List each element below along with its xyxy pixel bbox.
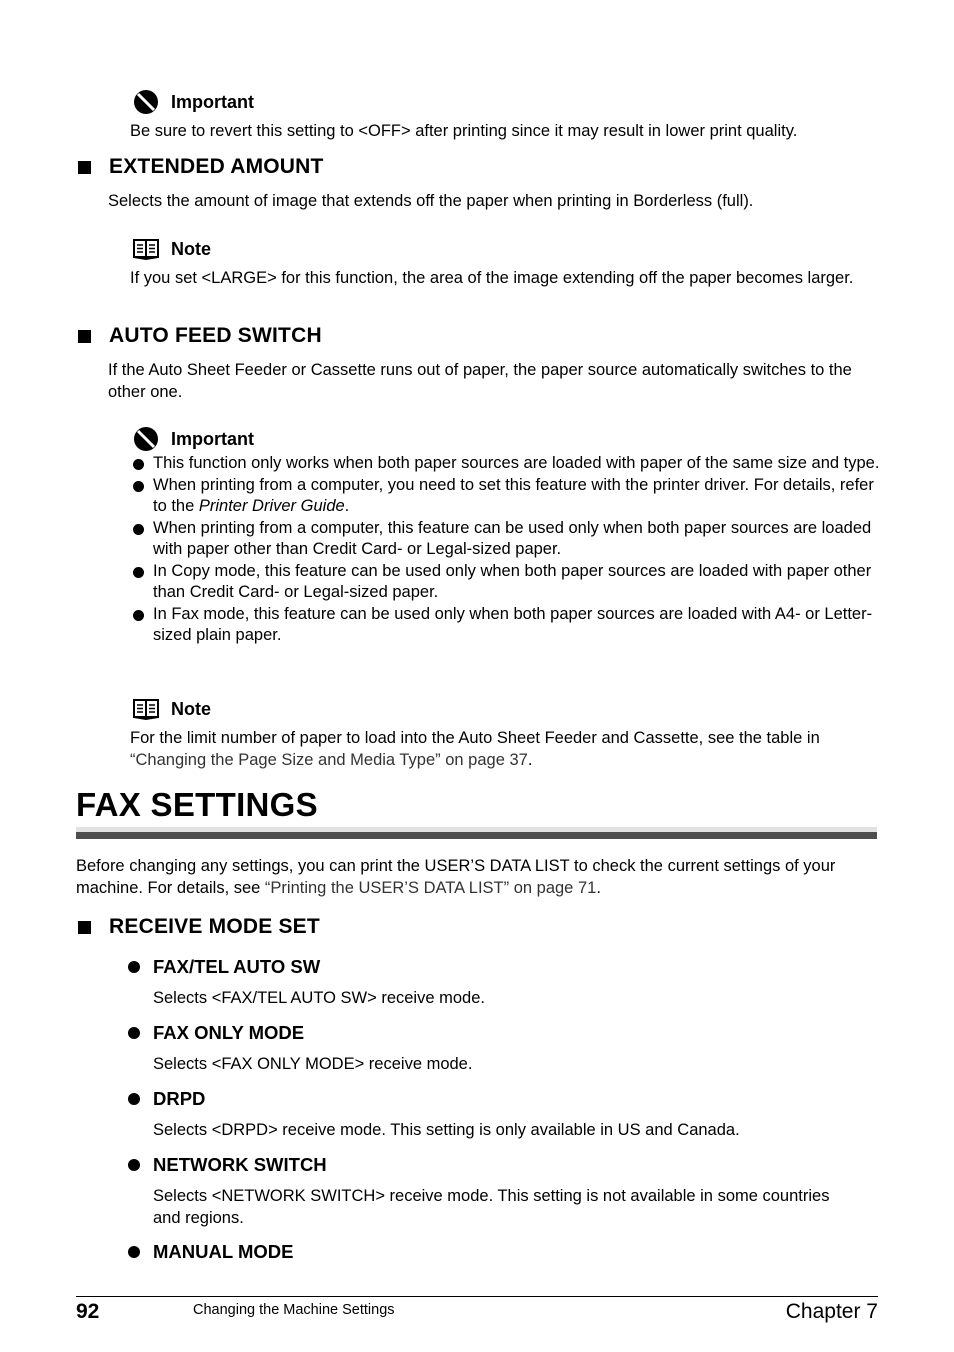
mode-heading-fax-only-mode: FAX ONLY MODE bbox=[128, 1022, 304, 1044]
auto-feed-switch-description: If the Auto Sheet Feeder or Cassette run… bbox=[108, 361, 852, 401]
note-label: Note bbox=[171, 698, 211, 719]
mode-name: NETWORK SWITCH bbox=[153, 1154, 327, 1175]
important-label: Important bbox=[171, 91, 254, 112]
footer-chapter: Chapter 7 bbox=[785, 1300, 878, 1323]
section-heading-label: RECEIVE MODE SET bbox=[109, 915, 320, 938]
section-heading-auto-feed-switch: AUTO FEED SWITCH bbox=[78, 324, 322, 348]
intro-text-end: . bbox=[596, 879, 601, 897]
important-callout-heading: Important bbox=[133, 89, 254, 115]
round-bullet-icon bbox=[128, 1246, 140, 1258]
guide-title: Printer Driver Guide bbox=[198, 497, 345, 515]
list-item: In Copy mode, this feature can be used o… bbox=[131, 561, 881, 604]
square-bullet-icon bbox=[78, 329, 91, 343]
list-item: This function only works when both paper… bbox=[131, 453, 881, 475]
round-bullet-icon bbox=[128, 1093, 140, 1105]
list-item-text: In Copy mode, this feature can be used o… bbox=[153, 561, 872, 602]
note-text: For the limit number of paper to load in… bbox=[130, 727, 890, 771]
mode-name: DRPD bbox=[153, 1088, 206, 1109]
mode-name: FAX/TEL AUTO SW bbox=[153, 956, 321, 977]
page-title: FAX SETTINGS bbox=[76, 786, 318, 823]
round-bullet-icon bbox=[128, 961, 140, 973]
note-book-icon bbox=[133, 239, 159, 261]
list-item: In Fax mode, this feature can be used on… bbox=[131, 604, 881, 647]
fax-settings-intro: Before changing any settings, you can pr… bbox=[76, 855, 881, 899]
important-label: Important bbox=[171, 428, 254, 449]
important-callout-heading: Important bbox=[133, 426, 254, 452]
list-item: When printing from a computer, you need … bbox=[131, 475, 881, 518]
square-bullet-icon bbox=[78, 920, 91, 934]
list-item-text: In Fax mode, this feature can be used on… bbox=[153, 604, 873, 645]
note-callout-heading: Note bbox=[133, 236, 211, 262]
mode-description: Selects <FAX ONLY MODE> receive mode. bbox=[153, 1055, 473, 1073]
note-text: If you set <LARGE> for this function, th… bbox=[130, 269, 854, 287]
round-bullet-icon bbox=[133, 523, 144, 535]
list-item: When printing from a computer, this feat… bbox=[131, 518, 881, 561]
important-prohibition-icon bbox=[134, 427, 158, 451]
section-heading-extended-amount: EXTENDED AMOUNT bbox=[78, 155, 324, 179]
section-heading-label: EXTENDED AMOUNT bbox=[109, 155, 324, 178]
footer-section-title: Changing the Machine Settings bbox=[193, 1302, 395, 1318]
mode-name: FAX ONLY MODE bbox=[153, 1022, 305, 1043]
section-heading-label: AUTO FEED SWITCH bbox=[109, 324, 322, 347]
round-bullet-icon bbox=[133, 609, 144, 621]
mode-heading-manual-mode: MANUAL MODE bbox=[128, 1241, 293, 1263]
mode-name: MANUAL MODE bbox=[153, 1241, 294, 1262]
footer-rule bbox=[76, 1296, 878, 1297]
note-label: Note bbox=[171, 238, 211, 259]
note-book-icon bbox=[133, 699, 159, 721]
important-text: Be sure to revert this setting to <OFF> … bbox=[130, 122, 798, 140]
mode-description: Selects <DRPD> receive mode. This settin… bbox=[153, 1121, 740, 1139]
note-text-end: . bbox=[527, 751, 533, 769]
note-text-body: For the limit number of paper to load in… bbox=[130, 729, 820, 747]
mode-heading-network-switch: NETWORK SWITCH bbox=[128, 1154, 327, 1176]
round-bullet-icon bbox=[133, 459, 144, 470]
important-prohibition-icon bbox=[134, 90, 158, 114]
mode-heading-fax-tel-auto-sw: FAX/TEL AUTO SW bbox=[128, 956, 320, 978]
round-bullet-icon bbox=[128, 1159, 140, 1171]
page-reference-link[interactable]: “Printing the USER’S DATA LIST” on page … bbox=[265, 879, 596, 897]
round-bullet-icon bbox=[128, 1027, 140, 1039]
list-item-text: . bbox=[344, 497, 350, 515]
page-reference-link[interactable]: “Changing the Page Size and Media Type” … bbox=[130, 751, 528, 769]
title-rule-dark bbox=[76, 832, 877, 839]
list-item-text: When printing from a computer, this feat… bbox=[153, 518, 872, 559]
square-bullet-icon bbox=[78, 160, 91, 174]
list-item-text: This function only works when both paper… bbox=[153, 454, 880, 472]
section-heading-receive-mode-set: RECEIVE MODE SET bbox=[78, 915, 320, 939]
round-bullet-icon bbox=[133, 480, 144, 492]
round-bullet-icon bbox=[133, 566, 144, 578]
note-callout-heading: Note bbox=[133, 696, 211, 722]
important-bullet-list: This function only works when both paper… bbox=[131, 453, 881, 647]
mode-heading-drpd: DRPD bbox=[128, 1088, 205, 1110]
page-number: 92 bbox=[76, 1300, 100, 1323]
extended-amount-description: Selects the amount of image that extends… bbox=[108, 192, 754, 210]
mode-description: Selects <FAX/TEL AUTO SW> receive mode. bbox=[153, 989, 485, 1007]
mode-description: Selects <NETWORK SWITCH> receive mode. T… bbox=[153, 1187, 830, 1227]
